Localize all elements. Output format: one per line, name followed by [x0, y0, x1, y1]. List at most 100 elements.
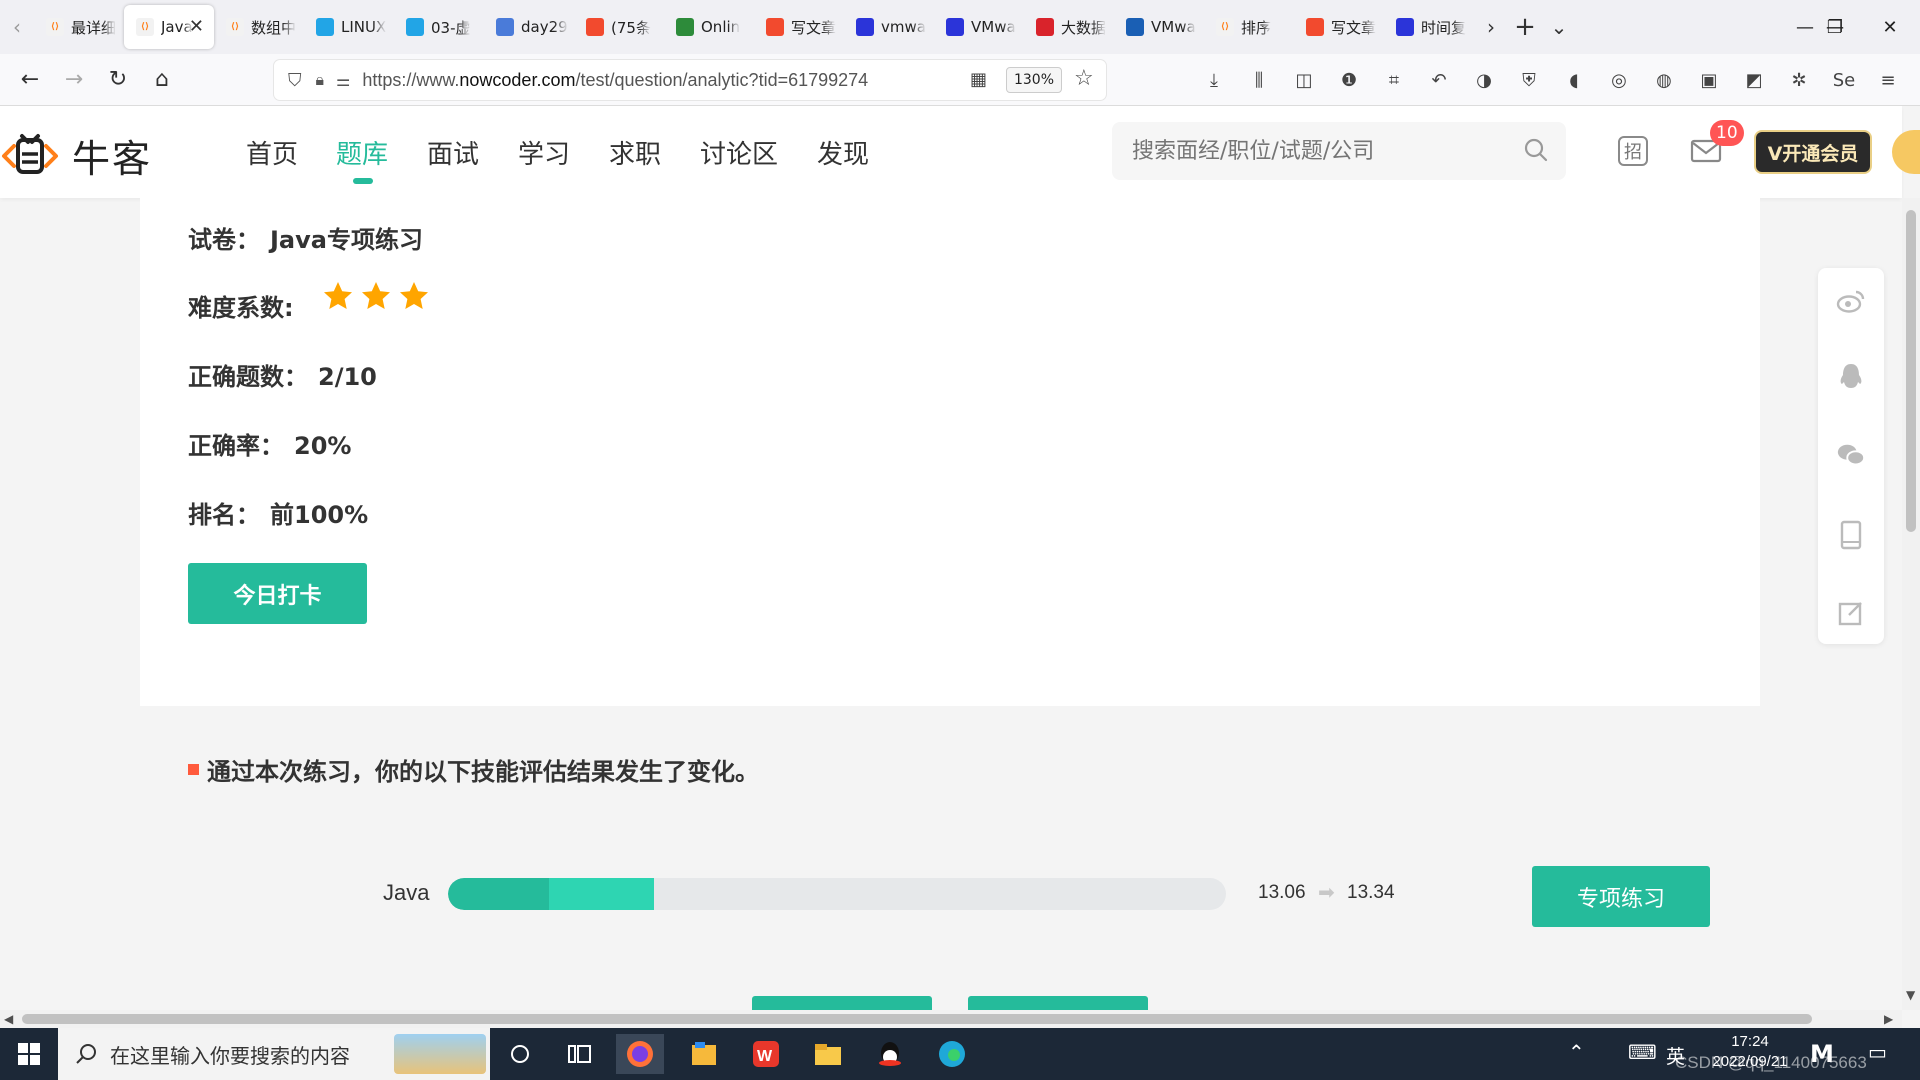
browser-tab[interactable]: ⟨⟩ 排序 — [1204, 5, 1294, 49]
globe-icon[interactable]: ◍ — [1650, 66, 1678, 94]
wechat-icon[interactable] — [1836, 440, 1866, 470]
selenium-icon[interactable]: Se — [1830, 66, 1858, 94]
undo-icon[interactable]: ↶ — [1425, 66, 1453, 94]
nav-discussion[interactable]: 讨论区 — [700, 134, 778, 171]
windows-logo-icon — [18, 1043, 40, 1065]
skill-previous-fill — [448, 878, 549, 910]
browser-tab[interactable]: 时间复 — [1384, 5, 1474, 49]
sidebar-icon[interactable]: ◫ — [1290, 66, 1318, 94]
pocket-icon[interactable]: ◖ — [1560, 66, 1588, 94]
browser-tab[interactable]: vmwa — [844, 5, 934, 49]
qr-code-icon[interactable]: ▦ — [970, 69, 987, 90]
permissions-icon[interactable]: ⚌ — [336, 71, 350, 90]
shield-extension-icon[interactable]: ⛨ — [1515, 66, 1543, 94]
correct-count-label: 正确题数： — [188, 363, 308, 391]
lock-icon[interactable]: 🔒︎ — [316, 70, 325, 90]
nav-interview[interactable]: 面试 — [427, 134, 479, 171]
browser-tab[interactable]: (75条 — [574, 5, 664, 49]
screenshot-extension-icon[interactable]: ◩ — [1740, 66, 1768, 94]
wps-icon[interactable]: W — [742, 1034, 790, 1074]
task-view-icon[interactable] — [556, 1034, 604, 1074]
new-tab-button[interactable]: + — [1508, 0, 1542, 54]
vertical-scroll-thumb[interactable] — [1906, 210, 1916, 532]
search-icon[interactable] — [1522, 136, 1550, 164]
recruit-icon[interactable]: 招 — [1618, 136, 1648, 166]
nav-jobs[interactable]: 求职 — [609, 134, 661, 171]
shield-icon[interactable]: ⛉ — [288, 70, 302, 91]
nav-discover[interactable]: 发现 — [817, 134, 869, 171]
zoom-level-button[interactable]: 130% — [1006, 67, 1062, 93]
browser-tab[interactable]: day29 — [484, 5, 574, 49]
search-input[interactable] — [1132, 138, 1512, 164]
cortana-icon[interactable] — [496, 1034, 544, 1074]
back-button[interactable]: ← — [8, 58, 52, 102]
url-text[interactable]: https://www.nowcoder.com/test/question/a… — [362, 70, 868, 91]
crop-icon[interactable]: ⌗ — [1380, 66, 1408, 94]
home-button[interactable]: ⌂ — [140, 58, 184, 102]
scroll-right-arrow[interactable]: ▶ — [1884, 1012, 1893, 1026]
browser-tab[interactable]: LINUX — [304, 5, 394, 49]
library-icon[interactable]: ⫼ — [1245, 66, 1273, 94]
browser-tab[interactable]: ⟨⟩ Java ✕ — [124, 5, 214, 49]
vertical-scrollbar[interactable]: ▼ — [1902, 198, 1920, 1010]
notifications-icon[interactable]: ▭ — [1868, 1040, 1887, 1064]
firefox-taskbar-icon[interactable] — [616, 1034, 664, 1074]
mobile-icon[interactable] — [1836, 520, 1866, 550]
container-icon[interactable]: ▣ — [1695, 66, 1723, 94]
horizontal-scroll-thumb[interactable] — [22, 1014, 1812, 1024]
browser-tab[interactable]: ⟨⟩ 数组中 — [214, 5, 304, 49]
avatar[interactable] — [1892, 130, 1920, 174]
extension-toggle-icon[interactable]: ◑ — [1470, 66, 1498, 94]
start-button[interactable] — [0, 1028, 58, 1080]
nowcoder-logo[interactable]: 牛客 — [0, 128, 152, 183]
tab-close-icon[interactable]: ✕ — [189, 16, 204, 37]
tab-scroll-left-button[interactable]: ‹ — [0, 0, 34, 54]
url-bar[interactable]: ⛉ 🔒︎ ⚌ https://www.nowcoder.com/test/que… — [274, 60, 1106, 100]
show-hidden-icons[interactable]: ⌃ — [1568, 1040, 1585, 1064]
bottom-button-partial-1[interactable] — [752, 996, 932, 1010]
tab-label: 03-虚 — [431, 18, 471, 37]
menu-icon[interactable]: ≡ — [1874, 66, 1902, 94]
browser-tab[interactable]: VMwa — [934, 5, 1024, 49]
downloads-icon[interactable]: ⤓ — [1200, 66, 1228, 94]
close-window-button[interactable]: ✕ — [1860, 0, 1920, 54]
feedback-edit-icon[interactable] — [1836, 598, 1866, 628]
browser-tab[interactable]: Onlin — [664, 5, 754, 49]
browser-tab[interactable]: VMwa — [1114, 5, 1204, 49]
nav-learning[interactable]: 学习 — [518, 134, 570, 171]
sync-extension-icon[interactable]: ◎ — [1605, 66, 1633, 94]
browser-tab[interactable]: 03-虚 — [394, 5, 484, 49]
restore-button[interactable]: ❐ — [1805, 0, 1865, 54]
tab-label: Onlin — [701, 18, 741, 36]
horizontal-scrollbar[interactable]: ◀ ▶ — [0, 1010, 1902, 1028]
scroll-left-arrow[interactable]: ◀ — [4, 1012, 13, 1026]
weibo-icon[interactable] — [1836, 286, 1866, 316]
topic-practice-button[interactable]: 专项练习 — [1532, 866, 1710, 927]
taskbar-search[interactable]: 在这里输入你要搜索的内容 — [58, 1028, 490, 1080]
browser-tab[interactable]: ⟨⟩ 最详细 — [34, 5, 124, 49]
bottom-button-partial-2[interactable] — [968, 996, 1148, 1010]
extension-1-icon[interactable]: ❶ — [1335, 66, 1363, 94]
reload-button[interactable]: ↻ — [96, 58, 140, 102]
qq-taskbar-icon[interactable] — [866, 1034, 914, 1074]
nav-question-bank[interactable]: 题库 — [336, 134, 388, 171]
nowcoder-icon: ⟨⟩ — [46, 18, 64, 36]
scroll-down-arrow[interactable]: ▼ — [1906, 988, 1915, 1002]
browser-tab[interactable]: 写文章 — [754, 5, 844, 49]
qq-icon[interactable] — [1836, 362, 1866, 392]
list-all-tabs-button[interactable]: ⌄ — [1542, 0, 1576, 54]
correct-count-row: 正确题数： 2/10 — [188, 357, 377, 392]
keyboard-icon[interactable]: ⌨ — [1628, 1040, 1657, 1064]
browser-tab[interactable]: 写文章 — [1294, 5, 1384, 49]
tab-scroll-right-button[interactable]: › — [1474, 0, 1508, 54]
settings-extension-icon[interactable]: ✲ — [1785, 66, 1813, 94]
edge-icon[interactable] — [928, 1034, 976, 1074]
bookmark-star-icon[interactable]: ☆ — [1074, 66, 1094, 91]
forward-button[interactable]: → — [52, 58, 96, 102]
nav-home[interactable]: 首页 — [246, 134, 298, 171]
daily-checkin-button[interactable]: 今日打卡 — [188, 563, 367, 624]
browser-tab[interactable]: 大数据 — [1024, 5, 1114, 49]
folder-icon[interactable] — [804, 1034, 852, 1074]
vip-membership-button[interactable]: V开通会员 — [1756, 132, 1870, 172]
file-manager-icon[interactable] — [680, 1034, 728, 1074]
